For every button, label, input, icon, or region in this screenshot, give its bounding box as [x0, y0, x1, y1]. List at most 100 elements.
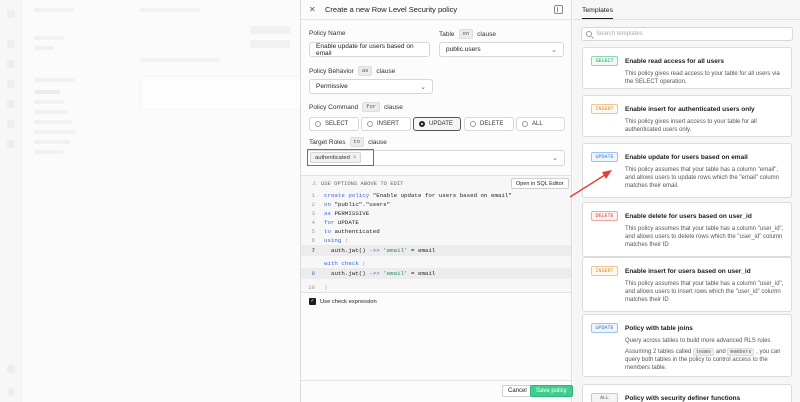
command-option-label: ALL	[532, 121, 543, 127]
check-expression-toggle[interactable]: ✓ Use check expression	[309, 298, 377, 305]
code-line-editable[interactable]: 7 auth.jwt() ->> 'email' = email	[301, 245, 571, 256]
template-description: This policy assumes that your table has …	[625, 281, 784, 303]
template-description: Query across tables to build more advanc…	[625, 337, 787, 372]
template-title: Enable insert for authenticated users on…	[625, 106, 755, 113]
code-token: as	[324, 210, 331, 217]
code-token: auth.jwt()	[330, 247, 366, 254]
code-token: policy	[348, 192, 370, 199]
panel-toggle-icon[interactable]	[554, 5, 563, 14]
command-badge: SELECT	[591, 56, 618, 66]
code-token: "public"."users"	[334, 201, 391, 208]
table-label-text: Table	[439, 30, 455, 38]
roles-clause-text: clause	[368, 138, 387, 146]
code-line: 5 to authenticated	[311, 228, 380, 235]
command-label-text: Policy Command	[309, 103, 359, 111]
command-badge: UPDATE	[591, 152, 618, 162]
command-badge: INSERT	[591, 266, 618, 276]
code-note-text: USE OPTIONS ABOVE TO EDIT	[320, 180, 404, 187]
template-title: Enable delete for users based on user_id	[625, 213, 752, 220]
tab-templates[interactable]: Templates	[582, 7, 613, 19]
template-description: This policy assumes that your table has …	[625, 167, 780, 189]
command-clause-chip: for	[362, 102, 381, 112]
code-token: using	[324, 237, 342, 244]
table-clause-text: clause	[477, 30, 496, 38]
chevron-down-icon: ⌄	[551, 47, 557, 54]
template-title: Policy with table joins	[625, 325, 693, 332]
inline-code: teams	[693, 348, 715, 356]
open-in-sql-editor-button[interactable]: Open in SQL Editor	[511, 178, 569, 189]
table-select[interactable]: public.users ⌄	[439, 42, 564, 57]
code-token: create	[324, 192, 345, 199]
code-token: (	[362, 260, 366, 267]
policy-name-input[interactable]: Enable update for users based on email	[309, 42, 430, 57]
command-clause-text: clause	[384, 103, 403, 111]
code-token: 'email'	[383, 247, 408, 254]
code-token: 'email'	[383, 270, 408, 277]
command-option-label: UPDATE	[429, 121, 453, 127]
command-option-delete[interactable]: DELETE	[464, 117, 514, 131]
template-card[interactable]: INSERT Enable insert for authenticated u…	[582, 95, 792, 137]
code-line-editable[interactable]: 9 auth.jwt() ->> 'email' = email	[301, 268, 571, 279]
command-badge: DELETE	[591, 211, 618, 221]
roles-label-text: Target Roles	[309, 138, 346, 146]
template-card[interactable]: INSERT Enable insert for users based on …	[582, 257, 792, 312]
radio-selected-icon	[419, 121, 425, 127]
template-description-text: Assuming 2 tables called	[625, 349, 692, 355]
radio-icon	[315, 121, 321, 127]
command-option-select[interactable]: SELECT	[309, 117, 359, 131]
table-label: Table on clause	[439, 29, 496, 39]
behavior-select[interactable]: Permissive ⌄	[309, 79, 433, 94]
template-description: This policy assumes that your table has …	[625, 226, 784, 248]
command-option-update[interactable]: UPDATE	[413, 117, 461, 131]
code-token: = email	[411, 247, 436, 254]
close-icon[interactable]: ✕	[309, 5, 319, 14]
code-token: ->>	[369, 247, 380, 254]
template-description-line: Query across tables to build more advanc…	[625, 338, 771, 344]
radio-icon	[470, 121, 476, 127]
template-card[interactable]: SELECT Enable read access for all users …	[582, 47, 792, 89]
cancel-button[interactable]: Cancel	[502, 385, 533, 397]
code-token: UPDATE	[337, 219, 359, 226]
template-card[interactable]: UPDATE Enable update for users based on …	[582, 143, 792, 198]
editor-title: Create a new Row Level Security policy	[325, 5, 458, 14]
behavior-clause-text: clause	[376, 67, 396, 75]
command-option-label: INSERT	[377, 121, 399, 127]
search-icon	[586, 31, 592, 37]
checkbox-checked-icon[interactable]: ✓	[309, 298, 316, 305]
info-icon: ⚠	[312, 180, 317, 187]
code-token: PERMISSIVE	[334, 210, 370, 217]
highlight-annotation-box	[307, 149, 374, 166]
table-clause-chip: on	[458, 29, 474, 39]
policy-name-label: Policy Name	[309, 30, 345, 37]
code-token: auth.jwt()	[330, 270, 366, 277]
command-option-label: SELECT	[325, 121, 349, 127]
save-policy-button[interactable]: Save policy	[530, 385, 573, 397]
search-placeholder: Search templates	[596, 31, 643, 37]
radio-icon	[522, 121, 528, 127]
code-token: on	[324, 201, 331, 208]
code-note: ⚠ USE OPTIONS ABOVE TO EDIT	[312, 180, 403, 187]
template-search-input[interactable]: Search templates	[581, 27, 793, 41]
command-badge: UPDATE	[591, 323, 618, 333]
command-option-label: DELETE	[480, 121, 504, 127]
template-description: This policy gives insert access to your …	[625, 119, 757, 133]
check-expression-label: Use check expression	[320, 298, 377, 305]
command-option-insert[interactable]: INSERT	[361, 117, 411, 131]
templates-header: Templates	[573, 0, 800, 20]
command-badge: INSERT	[591, 104, 618, 114]
code-token: )	[324, 284, 328, 291]
code-token: authenticated	[334, 228, 380, 235]
template-card[interactable]: UPDATE Policy with table joins Query acr…	[582, 314, 792, 377]
command-label: Policy Command for clause	[309, 102, 403, 112]
template-card[interactable]: DELETE Enable delete for users based on …	[582, 202, 792, 257]
code-line: 1 create policy "Enable update for users …	[311, 192, 512, 199]
behavior-select-value: Permissive	[316, 83, 348, 90]
command-option-all[interactable]: ALL	[516, 117, 565, 131]
chevron-down-icon: ⌄	[420, 84, 426, 91]
code-line: 3 as PERMISSIVE	[311, 210, 370, 217]
roles-clause-chip: to	[349, 137, 365, 147]
code-line: 2 on "public"."users"	[311, 201, 391, 208]
template-card[interactable]: ALL Policy with security definer functio…	[582, 384, 792, 402]
behavior-clause-chip: as	[357, 66, 373, 76]
code-line: 4 for UPDATE	[311, 219, 359, 226]
